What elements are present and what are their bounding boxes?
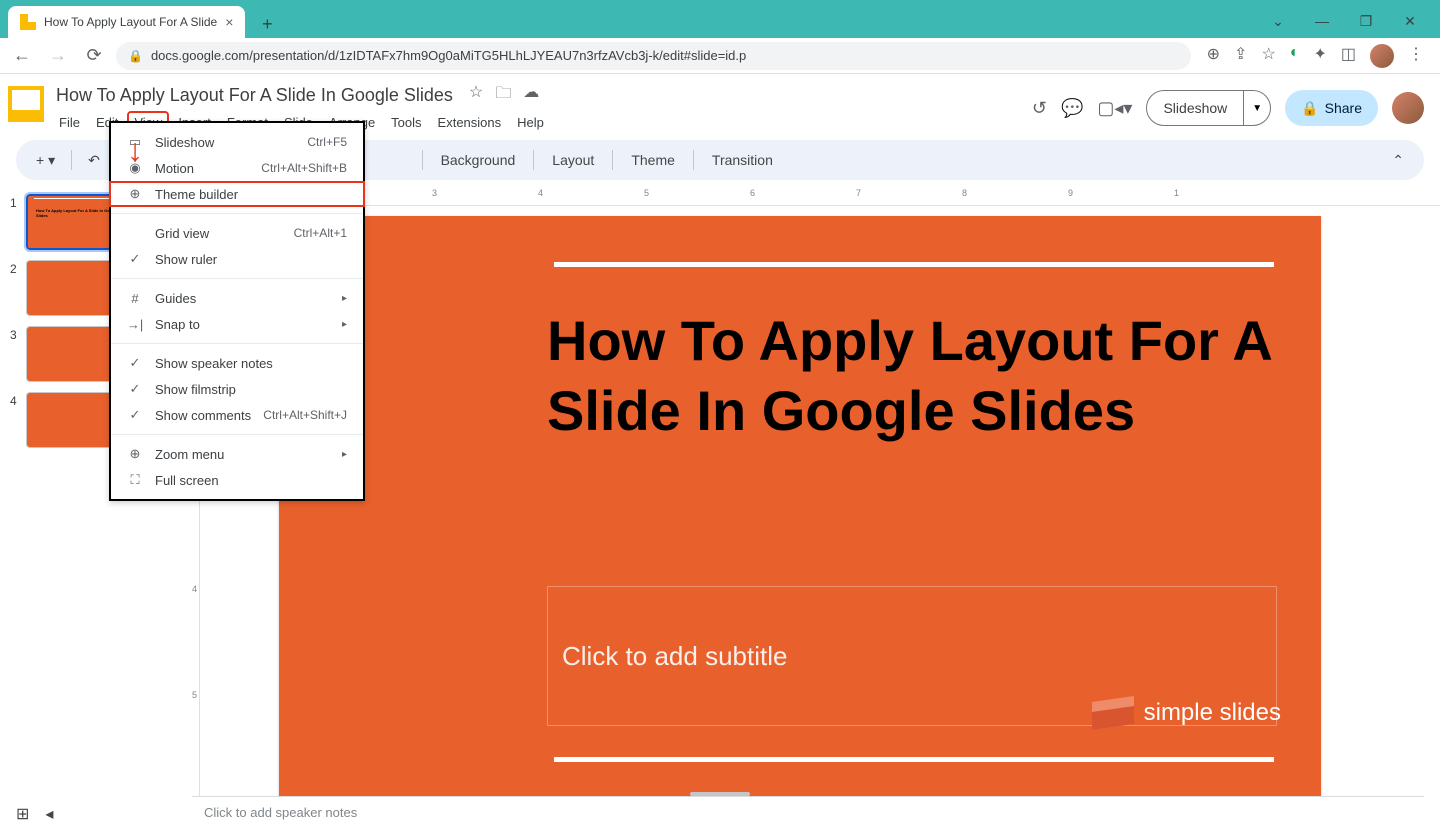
collapse-filmstrip-icon[interactable]: ◂	[45, 804, 53, 824]
comments-icon[interactable]: 💬	[1061, 98, 1083, 119]
menu-item-show-filmstrip[interactable]: ✓Show filmstrip	[111, 376, 363, 402]
menu-item-snap-to[interactable]: →|Snap to▸	[111, 311, 363, 337]
account-avatar[interactable]	[1392, 92, 1424, 124]
menu-file[interactable]: File	[52, 111, 87, 134]
menu-item-show-comments[interactable]: ✓Show commentsCtrl+Alt+Shift+J	[111, 402, 363, 428]
extension-icon[interactable]: ◐	[1290, 44, 1300, 68]
zoom-icon[interactable]: ⊕	[1207, 44, 1220, 68]
menu-item-theme-builder[interactable]: ⊕Theme builder	[109, 181, 365, 207]
history-icon[interactable]: ↺	[1032, 98, 1047, 119]
star-icon[interactable]: ☆	[469, 82, 483, 109]
sidepanel-icon[interactable]: ◫	[1341, 44, 1356, 68]
explore-icon[interactable]: ⊞	[16, 804, 29, 824]
decorative-line	[554, 262, 1274, 267]
menu-item-slideshow[interactable]: ▭SlideshowCtrl+F5	[111, 129, 363, 155]
speaker-notes[interactable]: Click to add speaker notes	[192, 796, 1424, 828]
undo-button[interactable]: ↶	[80, 146, 108, 175]
browser-tab[interactable]: How To Apply Layout For A Slide ×	[8, 6, 245, 38]
menu-item-full-screen[interactable]: ⛶Full screen	[111, 467, 363, 493]
close-tab-icon[interactable]: ×	[225, 14, 233, 30]
lock-icon: 🔒	[1301, 100, 1318, 117]
logo-icon	[1092, 696, 1134, 730]
close-window-icon[interactable]: ✕	[1400, 13, 1420, 30]
tab-title: How To Apply Layout For A Slide	[44, 15, 217, 29]
collapse-toolbar-icon[interactable]: ⌃	[1384, 146, 1412, 175]
theme-button[interactable]: Theme	[621, 146, 685, 174]
forward-button[interactable]: →	[44, 42, 72, 70]
menu-item-grid-view[interactable]: Grid viewCtrl+Alt+1	[111, 220, 363, 246]
new-tab-button[interactable]: +	[253, 10, 281, 38]
browser-tab-strip: How To Apply Layout For A Slide × + ⌄ — …	[0, 0, 1440, 38]
horizontal-ruler: 1234567891	[200, 186, 1440, 206]
layout-button[interactable]: Layout	[542, 146, 604, 174]
slide-title-text[interactable]: How To Apply Layout For A Slide In Googl…	[547, 306, 1277, 446]
minimize-icon[interactable]: —	[1312, 13, 1332, 30]
menu-item-guides[interactable]: #Guides▸	[111, 285, 363, 311]
slides-favicon	[20, 14, 36, 30]
window-controls: ⌄ — ❐ ✕	[1268, 13, 1432, 38]
url-input[interactable]: 🔒 docs.google.com/presentation/d/1zIDTAF…	[116, 42, 1191, 70]
maximize-icon[interactable]: ❐	[1356, 13, 1376, 30]
lock-icon: 🔒	[128, 49, 143, 63]
slides-logo-icon[interactable]	[8, 86, 44, 122]
menu-item-zoom-menu[interactable]: ⊕Zoom menu▸	[111, 441, 363, 467]
menu-item-show-ruler[interactable]: ✓Show ruler	[111, 246, 363, 272]
back-button[interactable]: ←	[8, 42, 36, 70]
transition-button[interactable]: Transition	[702, 146, 783, 174]
move-icon[interactable]: 🗀	[495, 82, 511, 109]
share-page-icon[interactable]: ⇪	[1234, 44, 1247, 68]
menu-item-motion[interactable]: ◉MotionCtrl+Alt+Shift+B	[111, 155, 363, 181]
new-slide-button[interactable]: + ▾	[28, 146, 63, 175]
extensions-icon[interactable]: ✦	[1313, 44, 1326, 68]
decorative-line	[554, 757, 1274, 762]
simple-slides-logo: simple slides	[1092, 699, 1281, 727]
reload-button[interactable]: ⟳	[80, 42, 108, 70]
background-button[interactable]: Background	[431, 146, 526, 174]
chrome-menu-icon[interactable]: ⋮	[1408, 44, 1424, 68]
cloud-icon[interactable]: ☁	[523, 82, 539, 109]
menu-help[interactable]: Help	[510, 111, 551, 134]
view-menu-dropdown: ▭SlideshowCtrl+F5◉MotionCtrl+Alt+Shift+B…	[109, 121, 365, 501]
chevron-down-icon[interactable]: ⌄	[1268, 13, 1288, 30]
menu-item-show-speaker-notes[interactable]: ✓Show speaker notes	[111, 350, 363, 376]
document-title[interactable]: How To Apply Layout For A Slide In Googl…	[52, 83, 457, 108]
slideshow-dropdown-icon[interactable]: ▼	[1243, 91, 1270, 125]
video-icon[interactable]: ▢◂▾	[1097, 98, 1132, 119]
address-bar: ← → ⟳ 🔒 docs.google.com/presentation/d/1…	[0, 38, 1440, 74]
menu-tools[interactable]: Tools	[384, 111, 428, 134]
slideshow-button[interactable]: Slideshow ▼	[1146, 90, 1271, 126]
menu-extensions[interactable]: Extensions	[431, 111, 509, 134]
profile-avatar[interactable]	[1370, 44, 1394, 68]
share-button[interactable]: 🔒 Share	[1285, 90, 1378, 126]
bookmark-icon[interactable]: ☆	[1261, 44, 1275, 68]
url-text: docs.google.com/presentation/d/1zIDTAFx7…	[151, 48, 746, 63]
slide-canvas[interactable]: How To Apply Layout For A Slide In Googl…	[279, 216, 1321, 802]
